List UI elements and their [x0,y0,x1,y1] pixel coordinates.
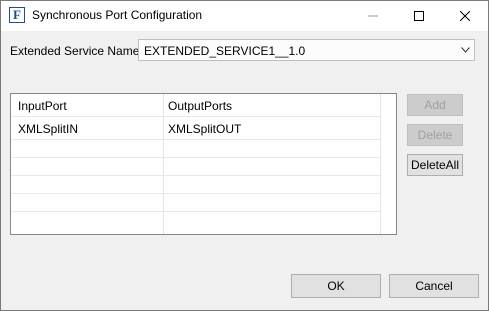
close-button[interactable] [442,1,488,31]
minimize-icon [368,15,378,17]
row-divider [11,193,380,194]
ok-button[interactable]: OK [291,274,381,298]
column-header-inputport[interactable]: InputPort [18,99,67,113]
extended-service-select[interactable]: EXTENDED_SERVICE1__1.0 [138,39,475,61]
maximize-icon [414,11,424,21]
close-icon [460,11,470,21]
window-title: Synchronous Port Configuration [32,8,203,22]
row-divider [11,175,380,176]
dialog-window: F Synchronous Port Configuration Extende… [0,0,489,311]
extended-service-label: Extended Service Name [10,44,140,58]
cancel-button[interactable]: Cancel [389,274,479,298]
add-button[interactable]: Add [407,94,463,116]
port-mapping-table[interactable]: InputPort OutputPorts XMLSplitIN XMLSpli… [10,93,397,235]
delete-button[interactable]: Delete [407,124,463,146]
table-cell-inputport[interactable]: XMLSplitIN [18,122,78,136]
row-divider [11,211,380,212]
app-logo-letter: F [13,7,21,22]
title-bar: F Synchronous Port Configuration [1,1,488,31]
minimize-button[interactable] [350,1,396,31]
table-cell-outputports[interactable]: XMLSplitOUT [168,122,241,136]
row-divider [11,139,380,140]
extended-service-value: EXTENDED_SERVICE1__1.0 [144,44,306,58]
maximize-button[interactable] [396,1,442,31]
row-divider [11,157,380,158]
app-logo-icon: F [9,7,25,23]
column-divider [163,94,164,234]
chevron-down-icon [461,47,470,53]
row-divider [11,116,380,117]
column-divider [380,94,381,234]
delete-all-button[interactable]: DeleteAll [407,154,463,176]
column-header-outputports[interactable]: OutputPorts [168,99,232,113]
